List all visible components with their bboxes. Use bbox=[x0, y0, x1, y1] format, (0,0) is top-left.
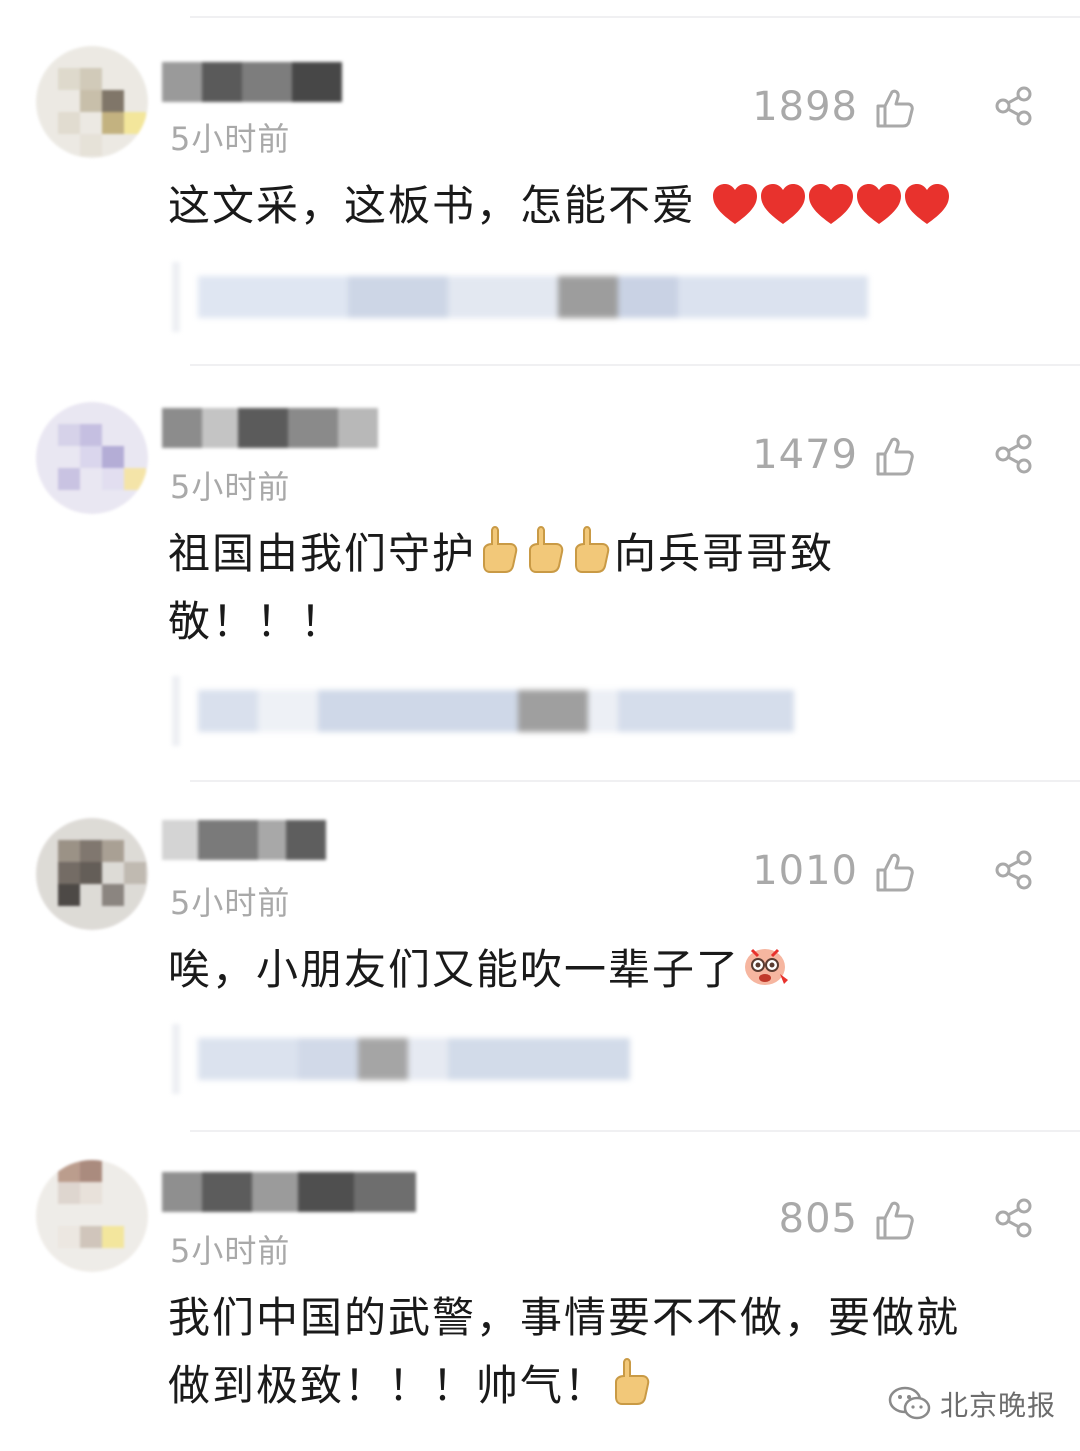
divider bbox=[190, 1130, 1080, 1132]
laughing-face-icon bbox=[745, 948, 789, 985]
username-redacted[interactable] bbox=[162, 62, 342, 102]
like-count: 805 bbox=[778, 1196, 858, 1242]
reply-preview-redacted[interactable] bbox=[172, 262, 1032, 332]
avatar[interactable] bbox=[36, 402, 148, 514]
like-count: 1479 bbox=[752, 432, 858, 478]
divider bbox=[190, 16, 1080, 18]
divider bbox=[190, 780, 1080, 782]
divider bbox=[190, 364, 1080, 366]
like-count: 1010 bbox=[752, 848, 858, 894]
thumbs-up-icon bbox=[529, 526, 564, 573]
heart-icon bbox=[809, 184, 854, 224]
reply-text-redacted bbox=[198, 1038, 630, 1080]
avatar[interactable] bbox=[36, 46, 148, 158]
comment-text-part: 向兵哥哥致 bbox=[614, 529, 835, 578]
comment-text-line: 做到极致！！！帅气！ bbox=[168, 1361, 609, 1410]
share-icon[interactable] bbox=[994, 1198, 1034, 1238]
share-icon[interactable] bbox=[994, 86, 1034, 126]
thumbs-up-outline-icon[interactable] bbox=[872, 434, 916, 478]
reply-quote-bar bbox=[172, 262, 180, 332]
comment-time: 5小时前 bbox=[170, 120, 291, 158]
share-icon[interactable] bbox=[994, 850, 1034, 890]
reply-quote-bar bbox=[172, 676, 180, 746]
username-redacted[interactable] bbox=[162, 408, 378, 448]
heart-icon bbox=[713, 184, 758, 224]
comment-text: 祖国由我们守护 向兵哥哥致敬！！！ bbox=[168, 520, 1048, 656]
avatar[interactable] bbox=[36, 1160, 148, 1272]
thumbs-up-outline-icon[interactable] bbox=[872, 1198, 916, 1242]
comment-text-line: 我们中国的武警，事情要不不做，要做就 bbox=[168, 1293, 961, 1342]
username-redacted[interactable] bbox=[162, 820, 326, 860]
comment-text-part: 祖国由我们守护 bbox=[168, 529, 477, 578]
heart-icon bbox=[905, 184, 950, 224]
reply-quote-bar bbox=[172, 1024, 180, 1094]
comment-text-body: 唉，小朋友们又能吹一辈子了 bbox=[168, 945, 741, 994]
comment-text-part: 敬！！！ bbox=[168, 597, 345, 646]
heart-icon bbox=[857, 184, 902, 224]
heart-icon bbox=[761, 184, 806, 224]
username-redacted[interactable] bbox=[162, 1172, 416, 1212]
reply-preview-redacted[interactable] bbox=[172, 1024, 1032, 1094]
comment-text: 唉，小朋友们又能吹一辈子了 bbox=[168, 936, 1048, 1004]
avatar[interactable] bbox=[36, 818, 148, 930]
reply-text-redacted bbox=[198, 276, 868, 318]
thumbs-up-icon bbox=[575, 526, 610, 573]
comment-time: 5小时前 bbox=[170, 1232, 291, 1270]
comment-time: 5小时前 bbox=[170, 884, 291, 922]
thumbs-up-icon bbox=[615, 1358, 650, 1405]
reply-preview-redacted[interactable] bbox=[172, 676, 1032, 746]
like-count: 1898 bbox=[752, 84, 858, 130]
share-icon[interactable] bbox=[994, 434, 1034, 474]
thumbs-up-icon bbox=[483, 526, 518, 573]
heart-emoji-group bbox=[696, 181, 951, 230]
comment-text: 这文采，这板书，怎能不爱 bbox=[168, 172, 1048, 240]
comment-time: 5小时前 bbox=[170, 468, 291, 506]
thumbs-up-outline-icon[interactable] bbox=[872, 850, 916, 894]
wechat-icon bbox=[888, 1386, 931, 1420]
reply-text-redacted bbox=[198, 690, 794, 732]
watermark: 北京晚报 bbox=[888, 1382, 1056, 1426]
thumbs-up-outline-icon[interactable] bbox=[872, 86, 916, 130]
comment-text-body: 这文采，这板书，怎能不爱 bbox=[168, 181, 697, 230]
watermark-text: 北京晚报 bbox=[940, 1389, 1057, 1422]
